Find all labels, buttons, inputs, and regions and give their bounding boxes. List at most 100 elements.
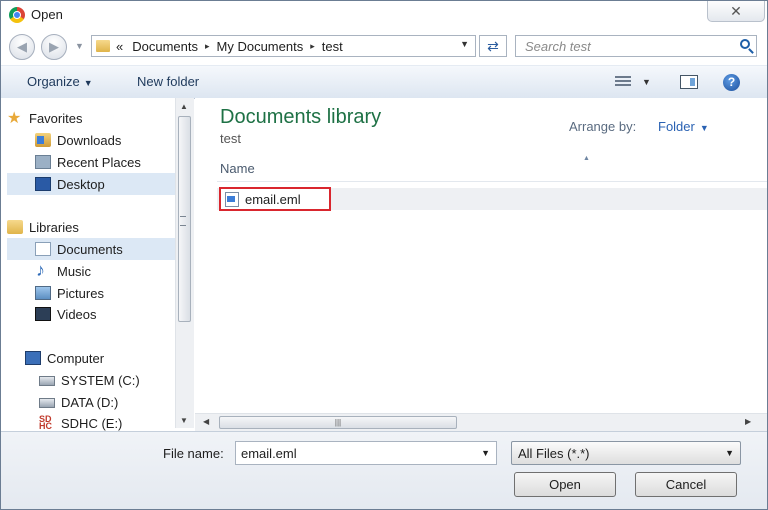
nav-pictures[interactable]: Pictures	[35, 282, 175, 304]
breadcrumb-my-documents[interactable]: My Documents	[217, 39, 304, 54]
scroll-left-icon[interactable]: ◀	[203, 417, 209, 426]
downloads-folder-icon	[35, 133, 51, 147]
breadcrumb-separator[interactable]: ▸	[205, 41, 210, 52]
chevron-down-icon[interactable]: ▼	[481, 448, 490, 458]
computer-icon	[25, 351, 41, 365]
recent-places-icon	[35, 155, 51, 169]
chrome-icon	[9, 7, 25, 23]
arrange-by-label: Arrange by:	[569, 119, 637, 134]
nav-libraries-label: Libraries	[29, 219, 79, 235]
view-dropdown-icon[interactable]: ▼	[642, 77, 651, 87]
nav-videos[interactable]: Videos	[35, 303, 175, 325]
libraries-icon	[7, 220, 23, 234]
nav-drive-d[interactable]: DATA (D:)	[39, 391, 175, 413]
email-file-icon	[225, 191, 239, 207]
nav-drive-c-label: SYSTEM (C:)	[61, 372, 140, 388]
nav-drive-d-label: DATA (D:)	[61, 394, 119, 410]
nav-libraries[interactable]: Libraries	[7, 216, 175, 238]
nav-videos-label: Videos	[57, 306, 97, 322]
chevron-down-icon: ▼	[83, 78, 93, 88]
open-button[interactable]: Open	[514, 472, 616, 497]
dialog-footer: File name: email.eml ▼ All Files (*.*) ▼…	[1, 431, 767, 509]
scroll-up-icon[interactable]: ▲	[180, 102, 188, 111]
library-title: Documents library	[220, 106, 382, 128]
breadcrumb-documents[interactable]: Documents	[132, 39, 198, 54]
library-subtitle: test	[220, 131, 241, 146]
file-type-value: All Files (*.*)	[518, 446, 590, 461]
folder-icon	[96, 40, 110, 52]
address-dropdown-icon[interactable]: ▼	[460, 39, 469, 49]
nav-music[interactable]: Music	[35, 260, 175, 282]
file-name-label: File name:	[163, 446, 224, 461]
address-row: ◀ ▶ ▼ « Documents ▸ My Documents ▸ test …	[1, 31, 767, 63]
chevron-down-icon: ▼	[725, 448, 734, 458]
nav-downloads-label: Downloads	[57, 132, 122, 148]
recent-locations-dropdown-icon[interactable]: ▼	[75, 41, 84, 51]
new-folder-button[interactable]: New folder	[137, 74, 199, 89]
window-title: Open	[31, 7, 63, 22]
star-icon	[7, 108, 23, 128]
close-button[interactable]: ✕	[707, 1, 765, 22]
scrollbar-grip-icon	[180, 216, 186, 226]
music-icon	[35, 260, 51, 281]
breadcrumb-test[interactable]: test	[322, 39, 343, 54]
pictures-icon	[35, 286, 51, 300]
file-name-input[interactable]: email.eml ▼	[235, 441, 497, 465]
forward-arrow-icon: ▶	[49, 39, 59, 54]
arrange-by-dropdown[interactable]: Folder ▼	[658, 119, 709, 134]
nav-pictures-label: Pictures	[57, 285, 104, 301]
change-view-icon[interactable]	[615, 76, 631, 88]
file-list-pane: Documents library test Arrange by: Folde…	[195, 98, 767, 413]
hard-drive-icon	[39, 376, 55, 386]
breadcrumb-overflow[interactable]: «	[116, 39, 123, 54]
address-bar[interactable]: « Documents ▸ My Documents ▸ test ▼	[91, 35, 476, 57]
hard-drive-icon	[39, 398, 55, 408]
sd-card-icon: SD HC	[39, 414, 52, 431]
desktop-icon	[35, 177, 51, 191]
nav-favorites-label: Favorites	[29, 110, 83, 126]
nav-favorites[interactable]: Favorites	[7, 107, 175, 129]
nav-desktop-label: Desktop	[57, 176, 105, 192]
nav-computer[interactable]: Computer	[25, 347, 175, 369]
breadcrumb-separator[interactable]: ▸	[310, 41, 315, 52]
back-button[interactable]: ◀	[9, 34, 35, 60]
nav-drive-e-label: SDHC (E:)	[61, 415, 123, 431]
back-arrow-icon: ◀	[17, 39, 27, 54]
file-item-email-eml[interactable]: email.eml	[219, 187, 331, 211]
nav-recent-places-label: Recent Places	[57, 154, 141, 170]
sort-ascending-icon: ▲	[583, 155, 590, 162]
navigation-pane: Favorites Downloads Recent Places Deskto…	[1, 98, 175, 431]
documents-icon	[35, 242, 51, 256]
command-toolbar: Organize ▼ New folder ▼ ?	[1, 65, 767, 99]
file-type-select[interactable]: All Files (*.*) ▼	[511, 441, 741, 465]
organize-button[interactable]: Organize ▼	[27, 74, 93, 89]
preview-pane-icon[interactable]	[680, 75, 698, 89]
nav-music-label: Music	[57, 263, 91, 279]
nav-computer-label: Computer	[47, 350, 105, 366]
nav-drive-c[interactable]: SYSTEM (C:)	[39, 369, 175, 391]
nav-documents-label: Documents	[57, 241, 123, 257]
scroll-down-icon[interactable]: ▼	[180, 416, 188, 425]
search-input[interactable]: Search test	[515, 35, 757, 57]
search-icon[interactable]	[740, 39, 750, 49]
refresh-icon: ⇄	[487, 37, 499, 54]
title-bar: Open ✕	[1, 1, 767, 29]
scrollbar-thumb[interactable]: |||	[219, 416, 457, 429]
help-icon[interactable]: ?	[723, 74, 740, 91]
scroll-right-icon[interactable]: ▶	[745, 417, 751, 426]
forward-button[interactable]: ▶	[41, 34, 67, 60]
nav-downloads[interactable]: Downloads	[35, 129, 175, 151]
refresh-button[interactable]: ⇄	[479, 35, 507, 57]
column-header-name[interactable]: Name	[220, 161, 255, 176]
organize-label: Organize	[27, 74, 80, 89]
chevron-down-icon: ▼	[699, 123, 709, 133]
nav-documents[interactable]: Documents	[7, 238, 175, 260]
cancel-button[interactable]: Cancel	[635, 472, 737, 497]
header-divider	[217, 181, 767, 182]
nav-pane-vertical-scrollbar[interactable]: ▲ ▼	[175, 98, 194, 428]
nav-recent-places[interactable]: Recent Places	[35, 151, 175, 173]
file-list-horizontal-scrollbar[interactable]: ◀ ||| ▶	[195, 413, 767, 431]
file-name-value: email.eml	[241, 446, 297, 461]
arrange-by-value: Folder	[658, 119, 695, 134]
nav-desktop[interactable]: Desktop	[7, 173, 175, 195]
